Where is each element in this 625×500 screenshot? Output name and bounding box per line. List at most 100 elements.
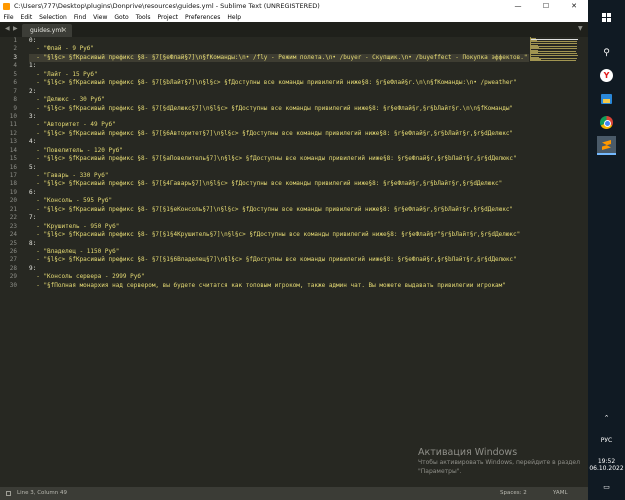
code-line[interactable]: 8: [29,240,529,248]
line-number: 15 [9,155,17,163]
line-number: 3 [13,53,17,61]
photos-app-button[interactable] [597,90,616,109]
code-line[interactable]: 7: [29,214,529,222]
menu-bar: File Edit Selection Find View Goto Tools Projec… [0,13,588,22]
minimap[interactable] [530,37,586,62]
line-number: 27 [9,256,17,264]
minimap-line [530,60,577,62]
code-line[interactable]: 6: [29,189,529,197]
chrome-icon-center [604,120,611,127]
line-number: 23 [9,222,17,230]
menu-find[interactable]: Find [70,13,89,22]
yandex-browser-button[interactable]: Y [597,66,616,85]
menu-project[interactable]: Project [154,13,182,22]
panel-toggle-icon[interactable] [6,491,11,496]
code-line[interactable]: - "§l§c> §fКрасивый префикс §8- §7[§4Гав… [29,180,529,188]
line-number: 5 [13,70,17,78]
code-line[interactable]: 0: [29,37,529,45]
line-number: 18 [9,180,17,188]
code-line[interactable]: - "§l§c> §fКрасивый префикс §8- §7[§bЛай… [29,79,529,87]
code-line[interactable]: 9: [29,265,529,273]
cursor-position: Line 3, Column 49 [17,490,68,496]
line-number: 26 [9,247,17,255]
syntax-setting[interactable]: YAML [553,487,568,500]
code-line[interactable]: - "§l§c> §fКрасивый префикс §8- §7[§1§6В… [29,256,529,264]
search-button[interactable]: ⚲ [597,44,616,63]
tab-guides-yml[interactable]: guides.yml × [22,24,72,37]
windows-activation-watermark: Активация Windows Чтобы активировать Win… [418,447,588,476]
code-line[interactable]: - "Владелец - 1150 Руб" [29,248,529,256]
line-number: 9 [13,104,17,112]
sublime-text-taskbar-button[interactable] [597,136,616,155]
menu-edit[interactable]: Edit [17,13,36,22]
start-button[interactable] [597,8,616,27]
watermark-title: Активация Windows [418,447,518,458]
show-hidden-icons-icon[interactable]: ⌃ [588,414,625,422]
code-line[interactable]: - "§l§c> §fКрасивый префикс §8- §7[§eФла… [29,53,529,63]
menu-file[interactable]: File [0,13,17,22]
code-line[interactable]: - "§l§c> §fКрасивый префикс §8- §7[§6Авт… [29,130,529,138]
code-line[interactable]: - "Консоль сервера - 2999 Руб" [29,273,529,281]
status-bar: Line 3, Column 49 Spaces: 2 YAML [0,487,588,500]
maximize-button[interactable]: ☐ [532,0,560,13]
line-number: 10 [9,112,17,120]
code-area[interactable]: 0: - "Флай - 9 Руб" - "§l§c> §fКрасивый … [29,37,529,290]
sublime-icon [602,140,611,150]
menu-selection[interactable]: Selection [36,13,71,22]
close-button[interactable]: ✕ [560,0,588,13]
tab-list-dropdown-icon[interactable]: ▼ [578,25,583,32]
code-line[interactable]: - "Флай - 9 Руб" [29,45,529,53]
tab-scroll-left-icon[interactable]: ◀ [5,25,10,32]
code-line[interactable]: - "§l§c> §fКрасивый префикс §8- §7[§1§4К… [29,231,529,239]
line-number: 12 [9,129,17,137]
title-bar: C:\Users\777\Desktop\plugins\Donprive\re… [0,0,588,13]
line-number: 17 [9,172,17,179]
minimize-button[interactable]: — [504,0,532,13]
code-line[interactable]: 1: [29,62,529,70]
line-number: 20 [9,197,17,205]
code-line[interactable]: - "§l§c> §fКрасивый префикс §8- §7[§aПов… [29,155,529,163]
code-line[interactable]: - "§l§c> §fКрасивый префикс §8- §7[§dДел… [29,105,529,113]
tab-bar: ◀ ▶ guides.yml × ▼ [0,22,588,37]
code-line[interactable]: - "Крушитель - 950 Руб" [29,223,529,231]
photos-icon-detail [603,99,610,103]
line-number: 28 [9,264,17,272]
menu-tools[interactable]: Tools [132,13,154,22]
menu-view[interactable]: View [90,13,111,22]
tab-close-icon[interactable]: × [61,24,67,37]
notification-center-icon[interactable]: ▭ [588,483,625,491]
clock-time[interactable]: 19:52 [588,458,625,465]
code-line[interactable]: 2: [29,88,529,96]
code-line[interactable]: 4: [29,138,529,146]
code-line[interactable]: - "Гаварь - 330 Руб" [29,172,529,180]
tab-scroll-right-icon[interactable]: ▶ [13,25,18,32]
menu-goto[interactable]: Goto [111,13,132,22]
code-line[interactable]: - "§fПолная монархия над сервером, вы бу… [29,282,529,290]
line-number: 19 [9,188,17,196]
search-icon: ⚲ [603,48,610,58]
menu-preferences[interactable]: Preferences [182,13,224,22]
code-editor[interactable]: 1 2 3 4 5 6 7 8 9 10 11 12 13 14 15 16 17 18 19 20 21 22 23 24 2… [0,37,588,487]
code-line[interactable]: 3: [29,113,529,121]
indentation-setting[interactable]: Spaces: 2 [500,487,527,500]
code-line[interactable]: - "Авторитет - 49 Руб" [29,121,529,129]
tab-label: guides.yml [30,27,63,34]
code-line[interactable]: - "Делюкс - 30 Руб" [29,96,529,104]
code-line[interactable]: 5: [29,164,529,172]
line-number-gutter: 1 2 3 4 5 6 7 8 9 10 11 12 13 14 15 16 17 18 19 20 21 22 23 24 2… [0,37,22,290]
chrome-button[interactable] [597,113,616,132]
line-number: 7 [13,87,17,95]
menu-help[interactable]: Help [224,13,245,22]
line-number: 21 [9,205,17,213]
line-number: 1 [13,37,17,44]
line-number: 2 [13,45,17,53]
code-line[interactable]: - "Консоль - 595 Руб" [29,197,529,205]
line-number: 29 [9,273,17,281]
code-line[interactable]: - "Лайт - 15 Руб" [29,71,529,79]
clock-date[interactable]: 06.10.2022 [588,465,625,472]
line-number: 8 [13,96,17,104]
code-line[interactable]: - "Повелитель - 120 Руб" [29,147,529,155]
code-line[interactable]: - "§l§c> §fКрасивый префикс §8- §7[§1§eК… [29,206,529,214]
input-language[interactable]: РУС [588,437,625,444]
line-number: 11 [9,121,17,129]
